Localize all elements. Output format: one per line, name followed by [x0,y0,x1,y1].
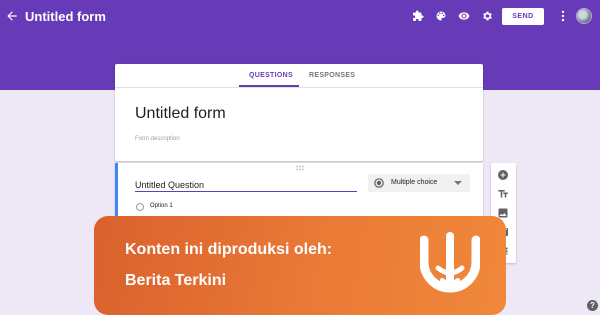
form-description-field[interactable]: Form description [135,136,180,142]
promo-text-line2: Berita Terkini [125,272,227,289]
question-title-input[interactable]: Untitled Question [135,180,357,192]
back-arrow-icon[interactable] [5,9,19,23]
question-type-select[interactable]: Multiple choice [368,174,470,192]
avatar[interactable] [576,8,592,24]
promo-banner: Konten ini diproduksi oleh: Berita Terki… [94,216,506,315]
palette-icon[interactable] [435,10,447,22]
gear-icon[interactable] [481,10,493,22]
brand-logo-icon [420,232,480,293]
option-radio[interactable] [136,203,144,211]
drag-handle-icon[interactable] [295,165,305,171]
text-icon[interactable] [497,188,509,200]
tab-divider [115,87,483,88]
help-icon[interactable]: ? [587,300,598,311]
dropdown-arrow-icon [454,181,462,185]
form-title-field[interactable]: Untitled form [135,105,226,123]
question-type-label: Multiple choice [391,179,438,186]
send-button[interactable]: SEND [502,8,544,25]
more-vert-icon[interactable] [559,9,567,23]
add-circle-icon[interactable] [497,169,509,181]
eye-icon[interactable] [458,10,470,22]
form-name: Untitled form [25,9,106,24]
puzzle-icon[interactable] [412,10,424,22]
radio-checked-icon [374,178,384,188]
form-header-card: QUESTIONS RESPONSES Untitled form Form d… [115,64,483,161]
promo-text-line1: Konten ini diproduksi oleh: [125,241,333,258]
tab-questions[interactable]: QUESTIONS [249,72,293,79]
tab-responses[interactable]: RESPONSES [309,72,355,79]
option-label[interactable]: Option 1 [150,203,173,209]
